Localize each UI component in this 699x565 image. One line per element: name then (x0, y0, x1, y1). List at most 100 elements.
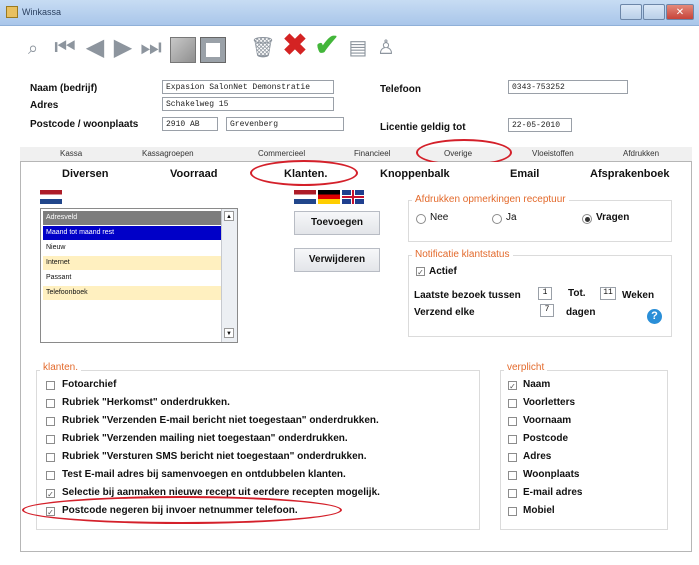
list-item[interactable]: Nieuw (43, 241, 221, 255)
phone-label: Telefoon (380, 84, 421, 95)
send-every-label: Verzend elke (414, 307, 475, 318)
list-item[interactable]: Internet (43, 256, 221, 270)
previous-record-icon[interactable]: ◀ (82, 34, 108, 62)
scroll-down-icon[interactable]: ▼ (224, 328, 234, 338)
license-label: Licentie geldig tot (380, 122, 466, 133)
required-label: Naam (523, 379, 551, 390)
to-weeks-input[interactable]: 11 (600, 287, 616, 300)
list-item[interactable]: Maand tot maand rest (43, 226, 221, 240)
next-record-icon[interactable]: ▶ (110, 34, 136, 62)
required-checkbox[interactable] (508, 399, 517, 408)
highlight-ellipse-postcode (22, 496, 342, 524)
city-field[interactable]: Grevenberg (226, 117, 344, 131)
help-icon[interactable]: ? (647, 309, 662, 324)
tab-knoppenbalk[interactable]: Knoppenbalk (380, 168, 450, 180)
option-label: Rubriek "Versturen SMS bericht niet toeg… (62, 451, 367, 462)
actief-checkbox[interactable]: ✓ (416, 267, 425, 277)
first-record-icon[interactable]: ⏮ (52, 34, 78, 62)
flag-de-icon[interactable] (318, 190, 340, 204)
last-visit-label: Laatste bezoek tussen (414, 290, 521, 301)
option-label: Fotoarchief (62, 379, 117, 390)
confirm-check-icon[interactable]: ✔ (312, 31, 342, 61)
required-checkbox[interactable] (508, 453, 517, 462)
required-checkbox[interactable] (508, 417, 517, 426)
list-item[interactable]: Adresveld (43, 211, 221, 225)
days-label: dagen (566, 307, 596, 318)
address-label: Adres (30, 100, 59, 111)
tab-kassa[interactable]: Kassa (60, 149, 82, 158)
required-label: Voorletters (523, 397, 576, 408)
to-label: Tot. (568, 288, 586, 299)
source-listbox[interactable]: Adresveld Maand tot maand rest Nieuw Int… (40, 208, 238, 343)
close-button[interactable]: ✕ (666, 4, 694, 20)
required-checkbox[interactable] (508, 507, 517, 516)
license-field[interactable]: 22-05-2010 (508, 118, 572, 132)
tab-afsprakenboek[interactable]: Afsprakenboek (590, 168, 669, 180)
option-label: Rubriek "Verzenden E-mail bericht niet t… (62, 415, 379, 426)
required-label: Postcode (523, 433, 569, 444)
postcode-field[interactable]: 2910 AB (162, 117, 218, 131)
required-checkbox[interactable]: ✓ (508, 381, 517, 391)
address-field[interactable]: Schakelweg 15 (162, 97, 334, 111)
required-label: Mobiel (523, 505, 555, 516)
new-record-icon[interactable] (200, 37, 226, 63)
list-scrollbar[interactable]: ▲ ▼ (221, 209, 237, 342)
radio-ja[interactable] (492, 214, 502, 224)
tab-vloeistoffen[interactable]: Vloeistoffen (532, 149, 574, 158)
phone-field[interactable]: 0343-753252 (508, 80, 628, 94)
delete-trash-icon[interactable]: 🗑 (250, 34, 276, 62)
radio-nee[interactable] (416, 214, 426, 224)
option-checkbox[interactable] (46, 381, 55, 390)
app-icon (6, 6, 18, 18)
option-label: Test E-mail adres bij samenvoegen en ont… (62, 469, 346, 480)
toolbar: ⌕ ⏮ ◀ ▶ ⏭ 🗑 ✖ ✔ ▤ ♙ (0, 27, 699, 72)
required-label: E-mail adres (523, 487, 583, 498)
scroll-up-icon[interactable]: ▲ (224, 211, 234, 221)
option-checkbox[interactable] (46, 399, 55, 408)
required-fields-title: verplicht (504, 362, 548, 373)
radio-vragen-label: Vragen (596, 212, 630, 223)
add-button[interactable]: Toevoegen (294, 211, 380, 235)
tab-afdrukken[interactable]: Afdrukken (623, 149, 659, 158)
days-input[interactable]: 7 (540, 304, 554, 317)
option-checkbox[interactable] (46, 435, 55, 444)
option-checkbox[interactable] (46, 471, 55, 480)
tab-diversen[interactable]: Diversen (62, 168, 108, 180)
list-item[interactable]: Telefoonboek (43, 286, 221, 300)
flag-uk-icon[interactable] (342, 190, 364, 204)
klanten-options-title: klanten. (40, 362, 82, 373)
option-checkbox[interactable]: ✓ (46, 489, 55, 499)
maximize-button[interactable] (643, 4, 665, 20)
list-item[interactable]: Passant (43, 271, 221, 285)
cancel-x-icon[interactable]: ✖ (280, 31, 310, 61)
search-icon[interactable]: ⌕ (22, 34, 44, 62)
from-weeks-input[interactable]: 1 (538, 287, 552, 300)
print-icon[interactable]: ▤ (346, 34, 370, 62)
remove-button[interactable]: Verwijderen (294, 248, 380, 272)
radio-vragen[interactable] (582, 214, 592, 224)
flag-nl-icon[interactable] (40, 190, 62, 204)
radio-ja-label: Ja (506, 212, 517, 223)
option-checkbox[interactable] (46, 417, 55, 426)
last-record-icon[interactable]: ⏭ (138, 34, 164, 62)
actief-label: Actief (429, 266, 457, 277)
option-label: Rubriek "Verzenden mailing niet toegesta… (62, 433, 348, 444)
edit-icon[interactable] (170, 37, 196, 63)
tab-commercieel[interactable]: Commercieel (258, 149, 305, 158)
minimize-button[interactable] (620, 4, 642, 20)
tab-email[interactable]: Email (510, 168, 539, 180)
tab-kassagroepen[interactable]: Kassagroepen (142, 149, 194, 158)
required-checkbox[interactable] (508, 489, 517, 498)
required-checkbox[interactable] (508, 435, 517, 444)
user-icon[interactable]: ♙ (374, 34, 398, 62)
required-label: Adres (523, 451, 552, 462)
option-label: Rubriek "Herkomst" onderdrukken. (62, 397, 230, 408)
tab-voorraad[interactable]: Voorraad (170, 168, 217, 180)
company-field[interactable]: Expasion SalonNet Demonstratie (162, 80, 334, 94)
required-checkbox[interactable] (508, 471, 517, 480)
flag-nl-icon[interactable] (294, 190, 316, 204)
company-label: Naam (bedrijf) (30, 83, 98, 94)
tab-financieel[interactable]: Financieel (354, 149, 390, 158)
window-title: Winkassa (22, 7, 62, 17)
option-checkbox[interactable] (46, 453, 55, 462)
